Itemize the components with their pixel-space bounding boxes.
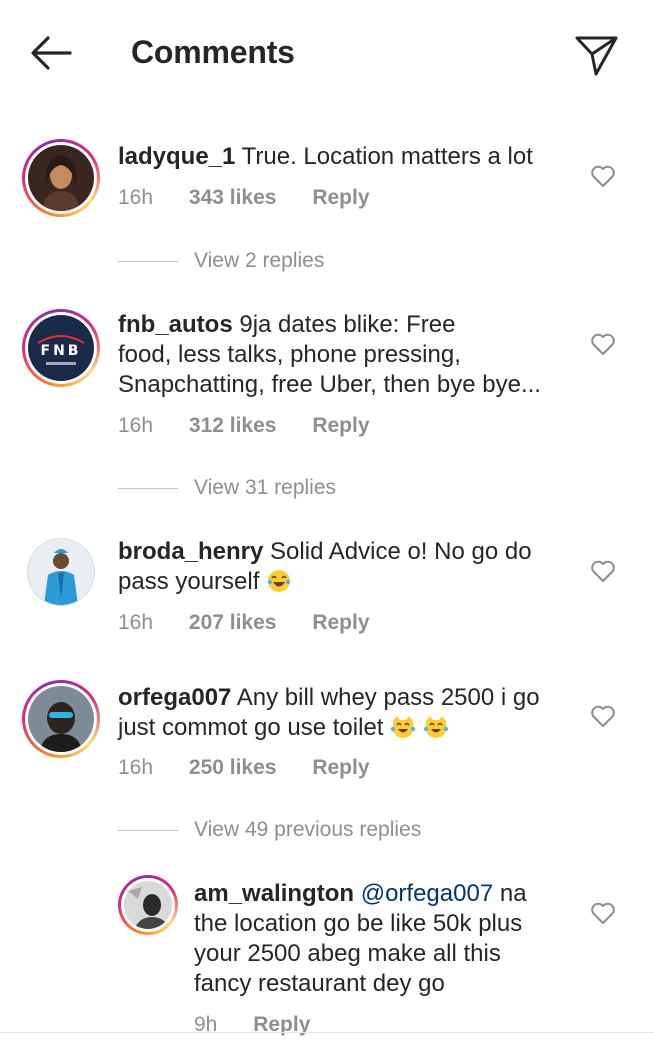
share-icon[interactable] <box>572 30 620 78</box>
comment-meta: 16h 312 likes Reply <box>118 414 400 438</box>
likes-count[interactable]: 250 likes <box>189 756 277 779</box>
likes-count[interactable]: 312 likes <box>189 414 277 437</box>
comment-body-line: the location go be like 50k plus <box>194 910 523 937</box>
divider <box>118 829 178 831</box>
reply-button[interactable]: Reply <box>312 756 369 779</box>
comment-meta: 9h Reply <box>194 1013 340 1037</box>
divider <box>118 487 178 489</box>
header: Comments <box>0 0 654 105</box>
avatar[interactable]: FNB <box>22 309 100 387</box>
reply-button[interactable]: Reply <box>312 611 369 634</box>
comment-time: 16h <box>118 414 154 437</box>
comment-time: 16h <box>118 611 154 634</box>
avatar[interactable] <box>118 875 178 935</box>
view-replies-link[interactable]: View 2 replies <box>118 249 324 273</box>
comment-body-line: Any bill whey pass 2500 i go <box>236 684 540 711</box>
comment-username[interactable]: fnb_autos <box>118 311 233 338</box>
heart-icon[interactable] <box>590 704 616 728</box>
reply-button[interactable]: Reply <box>312 414 369 437</box>
comment-body-line: just commot go use toilet <box>118 714 384 741</box>
heart-icon[interactable] <box>590 164 616 188</box>
comment-username[interactable]: orfega007 <box>118 684 231 711</box>
comment-body-line: Snapchatting, free Uber, then bye bye... <box>118 371 541 398</box>
comment-username[interactable]: am_walington <box>194 880 354 907</box>
divider <box>0 1032 654 1033</box>
back-arrow-icon[interactable] <box>28 32 76 74</box>
comment-body: True. Location matters a lot <box>241 143 533 170</box>
comment-body-line: fancy restaurant dey go <box>194 970 445 997</box>
view-replies-link[interactable]: View 31 replies <box>118 476 336 500</box>
comment-username[interactable]: broda_henry <box>118 538 263 565</box>
comment-text: ladyque_1 True. Location matters a lot <box>118 142 533 172</box>
page-title: Comments <box>131 34 295 70</box>
likes-count[interactable]: 207 likes <box>189 611 277 634</box>
comment-body-line: food, less talks, phone pressing, <box>118 341 461 368</box>
heart-icon[interactable] <box>590 559 616 583</box>
comment-text: am_walington @orfega007 na the location … <box>194 879 527 999</box>
comment-username[interactable]: ladyque_1 <box>118 143 235 170</box>
view-replies-link[interactable]: View 49 previous replies <box>118 818 421 842</box>
avatar[interactable] <box>27 538 95 606</box>
avatar-logo-text: FNB <box>41 343 82 359</box>
laughing-emoji-icon <box>267 570 291 592</box>
comment-body-line: 9ja dates blike: Free <box>239 311 456 338</box>
heart-icon[interactable] <box>590 901 616 925</box>
comment-body-line: na <box>499 880 527 907</box>
comment-text: orfega007 Any bill whey pass 2500 i go j… <box>118 683 540 743</box>
comment-text: fnb_autos 9ja dates blike: Free food, le… <box>118 310 541 400</box>
reply-button[interactable]: Reply <box>312 186 369 209</box>
comment-time: 16h <box>118 186 154 209</box>
laughing-cat-emoji-icon <box>390 716 416 738</box>
comment-meta: 16h 207 likes Reply <box>118 611 400 635</box>
comment-body-line: your 2500 abeg make all this <box>194 940 501 967</box>
comment-meta: 16h 250 likes Reply <box>118 756 400 780</box>
comment-meta: 16h 343 likes Reply <box>118 186 400 210</box>
divider <box>118 260 178 262</box>
likes-count[interactable]: 343 likes <box>189 186 277 209</box>
comment-time: 16h <box>118 756 154 779</box>
laughing-cat-emoji-icon <box>423 716 448 738</box>
heart-icon[interactable] <box>590 332 616 356</box>
comment-body-line: pass yourself <box>118 568 260 595</box>
comment-text: broda_henry Solid Advice o! No go do pas… <box>118 537 532 597</box>
avatar[interactable] <box>22 680 100 758</box>
mention-link[interactable]: @orfega007 <box>361 880 493 907</box>
avatar[interactable] <box>22 139 100 217</box>
comment-body-line: Solid Advice o! No go do <box>270 538 532 565</box>
